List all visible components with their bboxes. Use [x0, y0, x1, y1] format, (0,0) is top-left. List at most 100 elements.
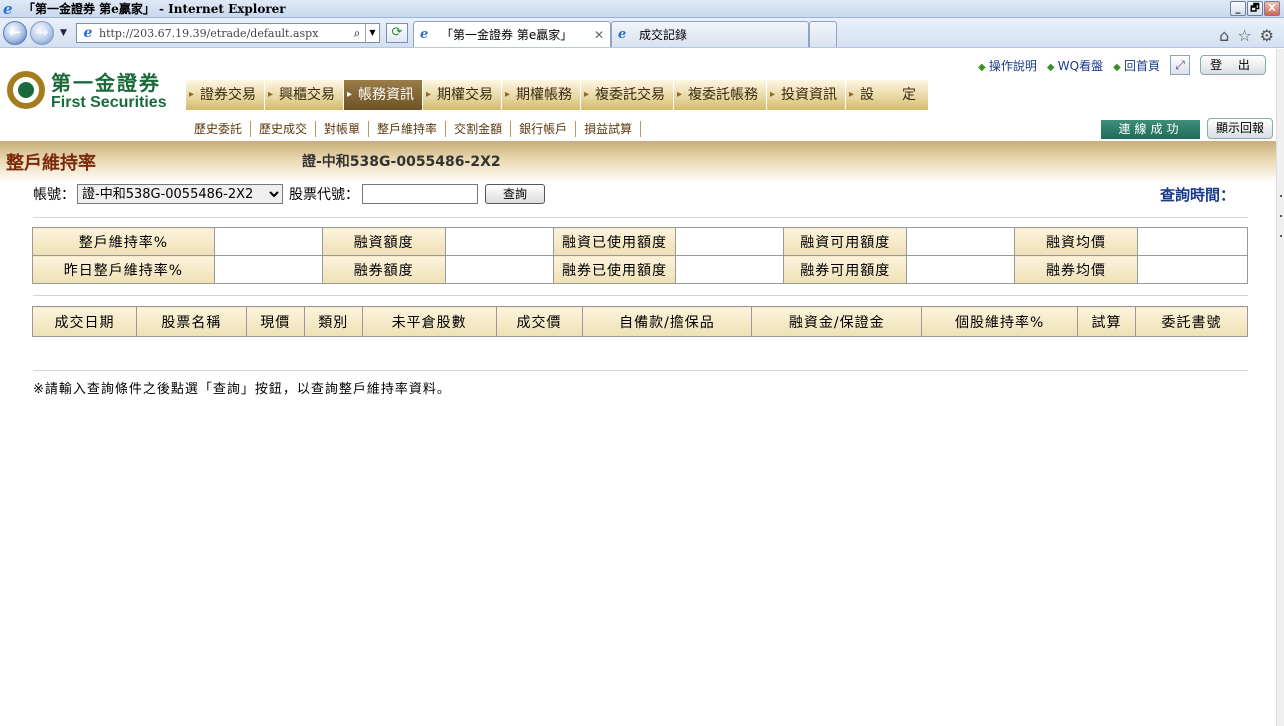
submenu-pnl-calc[interactable]: 損益試算: [576, 121, 642, 137]
browser-navbar: ← → ▼ e http://203.67.19.39/etrade/defau…: [0, 18, 1284, 48]
tab-label: 成交記錄: [639, 28, 688, 42]
menu-subbrokerage-trading[interactable]: 複委託交易: [581, 80, 674, 110]
fullscreen-icon[interactable]: ⤢: [1170, 55, 1190, 75]
ie-logo-icon: e: [3, 0, 13, 18]
minimize-button[interactable]: _: [1230, 1, 1246, 16]
short-used-value: [675, 255, 785, 284]
col-trade-date: 成交日期: [32, 306, 137, 337]
col-stock-name: 股票名稱: [135, 306, 247, 337]
menu-subbrokerage-account[interactable]: 複委託帳務: [674, 80, 767, 110]
tab-ie-icon: e: [420, 27, 429, 42]
address-dropdown-icon[interactable]: ▼: [365, 24, 379, 42]
summary-table: 整戶維持率% 融資額度 融資已使用額度 融資可用額度 融資均價 昨日整戶維持率%…: [32, 227, 1249, 284]
total-maintenance-rate-label: 整戶維持率%: [32, 227, 215, 256]
short-limit-value: [444, 255, 554, 284]
help-link[interactable]: 操作說明: [978, 57, 1037, 74]
home-link[interactable]: 回首頁: [1113, 57, 1160, 74]
page-icon: e: [83, 25, 93, 41]
margin-avg-price-label: 融資均價: [1014, 227, 1138, 256]
show-report-button[interactable]: 顯示回報: [1207, 118, 1273, 139]
search-icon[interactable]: ⌕: [349, 26, 365, 41]
sub-menu: 歷史委託 歷史成交 對帳單 整戶維持率 交割金額 銀行帳戶 損益試算: [186, 121, 642, 137]
col-open-shares: 未平倉股數: [361, 306, 497, 337]
home-icon[interactable]: ⌂: [1219, 26, 1229, 45]
total-maintenance-rate-value: [213, 227, 323, 256]
margin-used-value: [675, 227, 785, 256]
forward-button[interactable]: →: [30, 21, 54, 45]
margin-available-value: [906, 227, 1016, 256]
menu-account-info[interactable]: 帳務資訊: [344, 80, 423, 110]
page-content: 第一金證券 First Securities 操作說明 WQ看盤 回首頁 ⤢ 登…: [0, 49, 1276, 726]
margin-available-label: 融資可用額度: [783, 227, 908, 256]
col-trade-price: 成交價: [495, 306, 583, 337]
col-category: 類別: [303, 306, 363, 337]
short-available-label: 融券可用額度: [783, 255, 908, 284]
short-available-value: [906, 255, 1016, 284]
query-button[interactable]: 查詢: [485, 184, 545, 204]
account-select[interactable]: 證-中和538G-0055486-2X2: [77, 184, 283, 204]
col-trial-calc: 試算: [1077, 306, 1137, 337]
account-label: 帳號：: [33, 187, 75, 203]
window-titlebar: e 「第一金證券 第e贏家」 - Internet Explorer _ 🗗 X: [0, 0, 1284, 18]
menu-settings[interactable]: 設 定: [846, 80, 929, 110]
new-tab-button[interactable]: [809, 21, 837, 47]
menu-futures-options-account[interactable]: 期權帳務: [502, 80, 581, 110]
menu-securities-trading[interactable]: 證券交易: [186, 80, 265, 110]
refresh-button[interactable]: ⟳: [386, 23, 408, 43]
tab-first-securities[interactable]: e 「第一金證券 第e贏家」 ✕: [413, 21, 611, 47]
yesterday-maintenance-rate-label: 昨日整戶維持率%: [32, 255, 215, 284]
short-avg-price-label: 融券均價: [1014, 255, 1138, 284]
submenu-bank-account[interactable]: 銀行帳戶: [511, 121, 577, 137]
gear-icon[interactable]: ⚙: [1260, 26, 1274, 45]
col-current-price: 現價: [245, 306, 305, 337]
top-links: 操作說明 WQ看盤 回首頁 ⤢ 登 出: [978, 55, 1266, 75]
browser-toolbar-icons: ⌂ ☆ ⚙: [1219, 26, 1274, 45]
col-stock-maintenance-rate: 個股維持率%: [921, 306, 1079, 337]
main-menu: 證券交易 興櫃交易 帳務資訊 期權交易 期權帳務 複委託交易 複委託帳務 投資資…: [186, 80, 929, 110]
logout-button[interactable]: 登 出: [1200, 55, 1266, 75]
logo-text-cn: 第一金證券: [51, 71, 161, 95]
window-controls: _ 🗗 X: [1230, 1, 1280, 16]
submenu-statement[interactable]: 對帳單: [316, 121, 370, 137]
window-title: 「第一金證券 第e贏家」 - Internet Explorer: [23, 2, 286, 16]
menu-futures-options-trading[interactable]: 期權交易: [423, 80, 502, 110]
menu-emerging-trading[interactable]: 興櫃交易: [265, 80, 344, 110]
page-header-band: 整戶維持率 證-中和538G-0055486-2X2: [0, 141, 1276, 183]
vertical-scrollbar[interactable]: [1276, 49, 1284, 726]
tab-label: 「第一金證券 第e贏家」: [441, 28, 573, 42]
address-bar[interactable]: e http://203.67.19.39/etrade/default.asp…: [76, 23, 380, 43]
wq-quote-link[interactable]: WQ看盤: [1047, 57, 1103, 74]
summary-row: 整戶維持率% 融資額度 融資已使用額度 融資可用額度 融資均價: [32, 227, 1249, 256]
page-title: 整戶維持率: [6, 153, 96, 174]
restore-button[interactable]: 🗗: [1247, 1, 1263, 16]
divider: [33, 217, 1248, 218]
stock-code-input[interactable]: [362, 184, 478, 204]
tab-close-icon[interactable]: ✕: [594, 28, 604, 42]
yesterday-maintenance-rate-value: [213, 255, 323, 284]
detail-table: 成交日期 股票名稱 現價 類別 未平倉股數 成交價 自備款/擔保品 融資金/保證…: [32, 306, 1248, 337]
submenu-order-history[interactable]: 歷史委託: [186, 121, 252, 137]
menu-investment-info[interactable]: 投資資訊: [767, 80, 846, 110]
margin-avg-price-value: [1136, 227, 1249, 256]
summary-row: 昨日整戶維持率% 融券額度 融券已使用額度 融券可用額度 融券均價: [32, 255, 1249, 284]
tab-trade-records[interactable]: e 成交記錄: [611, 21, 809, 47]
close-window-button[interactable]: X: [1264, 1, 1280, 16]
col-margin-deposit: 融資金/保證金: [751, 306, 923, 337]
address-url[interactable]: http://203.67.19.39/etrade/default.aspx: [99, 27, 349, 40]
back-button[interactable]: ←: [3, 21, 27, 45]
margin-limit-label: 融資額度: [321, 227, 446, 256]
submenu-settlement-amount[interactable]: 交割金額: [446, 121, 512, 137]
favorites-star-icon[interactable]: ☆: [1237, 26, 1251, 45]
connection-status-badge: 連線成功: [1101, 120, 1200, 139]
account-display: 證-中和538G-0055486-2X2: [302, 154, 501, 170]
brand-logo[interactable]: 第一金證券 First Securities: [7, 67, 167, 112]
divider: [33, 295, 1248, 296]
submenu-maintenance-rate[interactable]: 整戶維持率: [369, 121, 447, 137]
logo-text-en: First Securities: [51, 94, 167, 111]
submenu-trade-history[interactable]: 歷史成交: [251, 121, 317, 137]
short-limit-label: 融券額度: [321, 255, 446, 284]
query-row: 帳號： 證-中和538G-0055486-2X2 股票代號： 查詢: [33, 183, 545, 205]
short-avg-price-value: [1136, 255, 1249, 284]
stock-code-label: 股票代號：: [289, 187, 359, 203]
history-dropdown-icon[interactable]: ▼: [60, 28, 67, 38]
